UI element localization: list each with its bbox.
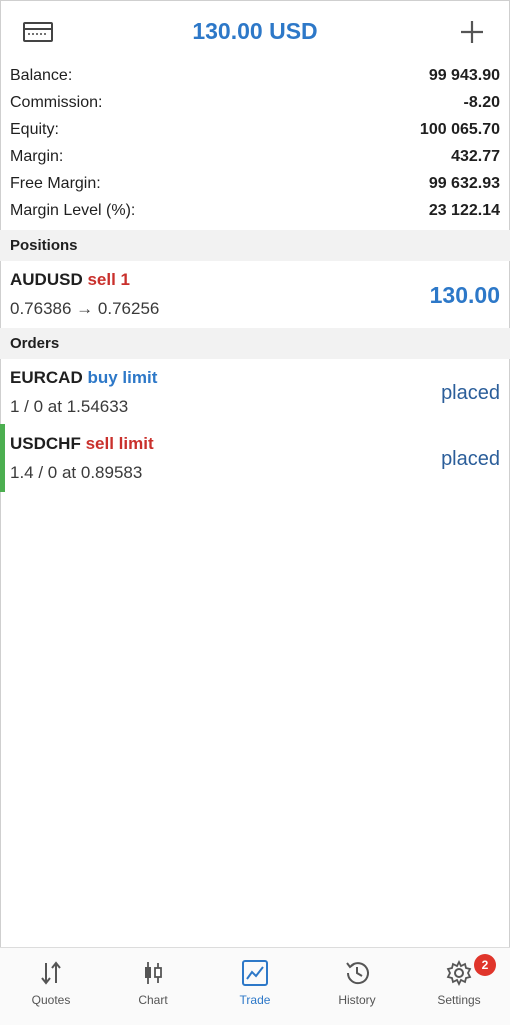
summary-row-balance: Balance: 99 943.90 — [0, 64, 510, 91]
position-side: sell 1 — [87, 270, 131, 289]
summary-value: 432.77 — [451, 148, 500, 165]
summary-row-equity: Equity: 100 065.70 — [0, 118, 510, 145]
summary-value: 99 943.90 — [428, 67, 500, 84]
summary-label: Commission: — [10, 94, 103, 111]
order-symbol-line: EURCAD buy limit — [10, 368, 157, 388]
order-side: buy limit — [87, 368, 158, 387]
account-profit-title: 130.00 USD — [192, 18, 318, 44]
position-profit: 130.00 — [429, 282, 500, 308]
summary-row-free-margin: Free Margin: 99 632.93 — [0, 172, 510, 199]
settings-gear-icon — [444, 958, 474, 988]
summary-value: 100 065.70 — [419, 121, 500, 138]
summary-label: Equity: — [10, 121, 59, 138]
orders-section-header: Orders — [0, 328, 510, 359]
history-clock-icon — [342, 958, 372, 988]
position-row[interactable]: AUDUSD sell 1 0.76386 → 0.76256 130.00 — [0, 262, 510, 328]
top-bar: 130.00 USD — [0, 0, 510, 64]
summary-label: Free Margin: — [10, 175, 101, 192]
tab-settings[interactable]: 2 Settings — [408, 948, 510, 1025]
section-title: Orders — [10, 335, 60, 352]
summary-row-commission: Commission: -8.20 — [0, 91, 510, 118]
order-status: placed — [441, 382, 500, 404]
tab-history[interactable]: History — [306, 948, 408, 1025]
tab-label: Settings — [437, 993, 481, 1007]
order-symbol-line: USDCHF sell limit — [10, 434, 154, 454]
position-symbol: AUDUSD — [10, 270, 83, 289]
positions-section-header: Positions — [0, 230, 510, 261]
position-prices: 0.76386 → 0.76256 — [10, 299, 160, 318]
order-detail: 1.4 / 0 at 0.89583 — [10, 463, 143, 482]
quotes-arrows-icon — [36, 958, 66, 988]
summary-label: Balance: — [10, 67, 73, 84]
account-summary: Balance: 99 943.90 Commission: -8.20 Equ… — [0, 64, 510, 226]
notification-badge: 2 — [474, 954, 496, 976]
tab-label: Trade — [239, 993, 271, 1007]
summary-row-margin-level: Margin Level (%): 23 122.14 — [0, 199, 510, 226]
section-title: Positions — [10, 237, 78, 254]
order-row[interactable]: USDCHF sell limit 1.4 / 0 at 0.89583 pla… — [0, 426, 510, 492]
tab-label: Quotes — [31, 993, 71, 1007]
summary-value: 99 632.93 — [428, 175, 500, 192]
candlestick-chart-icon — [138, 958, 168, 988]
tab-label: History — [338, 993, 376, 1007]
plus-icon[interactable] — [456, 16, 488, 48]
order-side: sell limit — [85, 434, 154, 453]
position-symbol-line: AUDUSD sell 1 — [10, 270, 130, 290]
summary-value: 23 122.14 — [428, 202, 500, 219]
summary-label: Margin: — [10, 148, 64, 165]
order-row[interactable]: EURCAD buy limit 1 / 0 at 1.54633 placed — [0, 360, 510, 424]
order-symbol: EURCAD — [10, 368, 83, 387]
trade-chart-icon — [240, 958, 270, 988]
tab-trade[interactable]: Trade — [204, 948, 306, 1025]
summary-value: -8.20 — [463, 94, 500, 111]
order-detail: 1 / 0 at 1.54633 — [10, 397, 129, 416]
tab-chart[interactable]: Chart — [102, 948, 204, 1025]
bottom-tab-bar: Quotes Chart Trade History 2 Settings — [0, 947, 510, 1025]
summary-label: Margin Level (%): — [10, 202, 136, 219]
order-status: placed — [441, 448, 500, 470]
tab-label: Chart — [138, 993, 168, 1007]
summary-row-margin: Margin: 432.77 — [0, 145, 510, 172]
order-symbol: USDCHF — [10, 434, 81, 453]
tab-quotes[interactable]: Quotes — [0, 948, 102, 1025]
